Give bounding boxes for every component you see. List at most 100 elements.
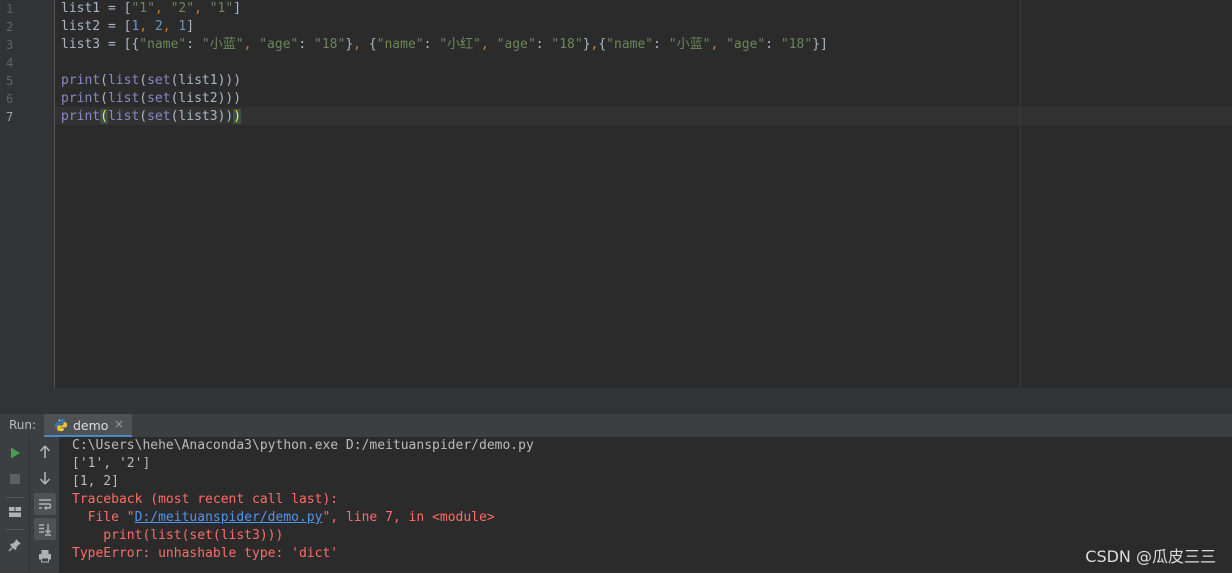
run-tab-demo[interactable]: demo × (44, 414, 132, 437)
run-toolbar-right (30, 437, 60, 573)
toolbar-separator (5, 497, 25, 498)
code-editor[interactable]: 1 2 3 4 5 6 7 list1 = ["1", "2", "1"] li… (0, 0, 1232, 388)
code-line-1[interactable]: list1 = ["1", "2", "1"] (61, 0, 241, 18)
comma: , (243, 37, 260, 52)
layout-icon (9, 507, 21, 517)
builtin-function: print (61, 91, 101, 106)
scroll-to-end-icon (39, 524, 51, 536)
number-literal: 2 (154, 19, 163, 34)
layout-button[interactable] (4, 501, 26, 523)
variable: list2 (61, 19, 101, 34)
rerun-icon (11, 447, 20, 459)
brace: } (582, 37, 591, 52)
builtin-function: set (147, 109, 171, 124)
builtin-function: set (147, 73, 171, 88)
line-number: 1 (6, 2, 14, 16)
code-line-2[interactable]: list2 = [1, 2, 1] (61, 18, 194, 36)
traceback-text: ", line 7, in <module> (322, 510, 495, 525)
string-literal: "2" (170, 1, 195, 16)
comma: , (154, 1, 171, 16)
colon: : (653, 37, 669, 52)
string-literal: "18" (551, 37, 583, 52)
brace: } (812, 37, 821, 52)
brace: { (368, 37, 377, 52)
close-icon[interactable]: × (114, 417, 124, 431)
print-icon (39, 550, 51, 563)
pin-icon (8, 539, 21, 552)
run-tab-label: demo (73, 418, 109, 433)
line-number: 6 (6, 92, 14, 106)
bracket: ] (186, 19, 195, 34)
soft-wrap-button[interactable] (34, 493, 56, 515)
paren: ) (233, 91, 242, 106)
brace: { (598, 37, 607, 52)
traceback-text: File " (72, 510, 135, 525)
paren: ( (139, 73, 148, 88)
string-literal: "小蓝" (201, 37, 244, 52)
right-margin-guide (1020, 0, 1021, 388)
colon: : (298, 37, 315, 52)
variable: list2 (178, 91, 218, 106)
paren: )) (217, 109, 234, 124)
line-number: 7 (6, 110, 14, 124)
console-line-output: [1, 2] (72, 474, 119, 489)
traceback-file-link[interactable]: D:/meituanspider/demo.py (135, 510, 323, 525)
code-line-6[interactable]: print(list(set(list2))) (61, 90, 241, 108)
rerun-button[interactable] (4, 442, 26, 464)
string-literal: "name" (606, 37, 654, 52)
string-literal: "age" (259, 37, 299, 52)
comma: , (162, 19, 179, 34)
string-literal: "age" (496, 37, 536, 52)
paren: ( (139, 91, 148, 106)
variable: list3 (61, 37, 101, 52)
comma: , (480, 37, 497, 52)
soft-wrap-icon (39, 499, 52, 510)
scroll-up-button[interactable] (34, 441, 56, 463)
paren: ) (233, 73, 242, 88)
comma: , (194, 1, 210, 16)
paren: ( (100, 91, 108, 106)
line-number: 4 (6, 56, 14, 70)
code-line-3[interactable]: list3 = [{"name": "小蓝", "age": "18"}, {"… (61, 36, 828, 54)
paren: ( (100, 73, 108, 88)
scroll-to-end-button[interactable] (34, 518, 56, 540)
bracket: ] (233, 1, 242, 16)
console-line-command: C:\Users\hehe\Anaconda3\python.exe D:/me… (72, 438, 534, 453)
code-line-5[interactable]: print(list(set(list1))) (61, 72, 241, 90)
builtin-function: list (107, 91, 140, 106)
paren: )) (217, 91, 234, 106)
down-arrow-icon (39, 472, 51, 485)
builtin-function: print (61, 109, 101, 124)
run-label: Run: (9, 418, 37, 432)
string-literal: "1" (209, 1, 234, 16)
string-literal: "小红" (439, 37, 481, 52)
string-literal: "18" (314, 37, 346, 52)
pin-button[interactable] (4, 534, 26, 556)
watermark: CSDN @瓜皮三三 (1085, 547, 1216, 566)
comma: , (353, 37, 369, 52)
matched-paren: ( (100, 109, 108, 124)
code-line-7[interactable]: print(list(set(list3))) (61, 108, 242, 126)
run-toolbar-left (0, 437, 30, 573)
bracket: ] (820, 37, 828, 52)
operator: = (100, 37, 124, 52)
editor-bottom-strip (0, 388, 1232, 413)
up-arrow-icon (39, 445, 51, 458)
colon: : (423, 37, 440, 52)
string-literal: "18" (780, 37, 813, 52)
console-line-code: print(list(set(list3))) (72, 528, 284, 543)
stop-icon (10, 474, 20, 484)
colon: : (535, 37, 552, 52)
string-literal: "1" (131, 1, 155, 16)
run-tool-window-header: Run: demo × (0, 413, 1232, 437)
run-console-output[interactable]: C:\Users\hehe\Anaconda3\python.exe D:/me… (60, 437, 1232, 573)
scroll-down-button[interactable] (34, 467, 56, 489)
line-number: 3 (6, 38, 14, 52)
brace: } (345, 37, 354, 52)
comma: , (139, 19, 155, 34)
print-button[interactable] (34, 545, 56, 567)
operator: = (100, 1, 124, 16)
matched-paren: ) (233, 109, 242, 124)
line-number-gutter: 1 2 3 4 5 6 7 (0, 0, 55, 388)
stop-button[interactable] (4, 468, 26, 490)
